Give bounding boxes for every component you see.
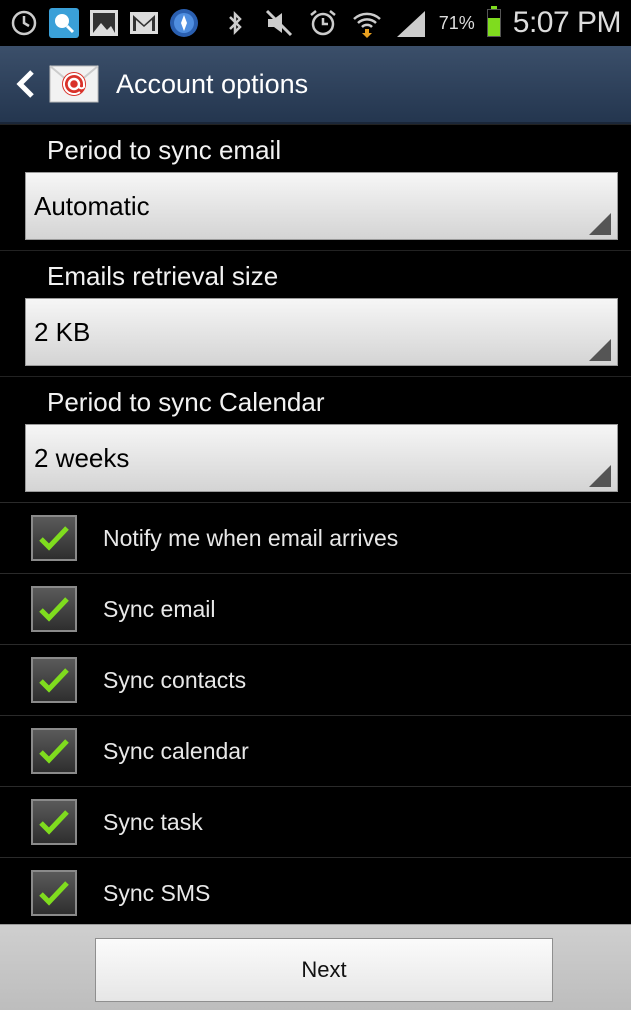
system-icons: 71% 5:07 PM [219, 6, 622, 40]
checkbox-label: Sync task [103, 808, 203, 835]
email-icon[interactable] [48, 62, 100, 106]
checkbox-row-sync-calendar[interactable]: Sync calendar [0, 715, 631, 786]
sync-task-checkbox[interactable] [31, 799, 77, 845]
sync-sms-checkbox[interactable] [31, 870, 77, 916]
checkbox-label: Sync SMS [103, 879, 211, 906]
chevron-left-icon[interactable] [8, 45, 44, 123]
checkbox-row-sync-task[interactable]: Sync task [0, 786, 631, 857]
checkbox-row-notify[interactable]: Notify me when email arrives [0, 502, 631, 573]
wifi-icon [351, 7, 383, 39]
check-icon [39, 881, 69, 906]
sync-email-period-select[interactable]: Automatic [25, 172, 618, 240]
chat-icon [48, 7, 80, 39]
notify-checkbox[interactable] [31, 515, 77, 561]
battery-percent: 71% [438, 12, 475, 33]
notification-icons [8, 7, 200, 39]
sync-contacts-checkbox[interactable] [31, 657, 77, 703]
page-title: Account options [116, 68, 309, 99]
image-icon [88, 7, 120, 39]
checkbox-row-sync-contacts[interactable]: Sync contacts [0, 644, 631, 715]
dropdown-arrow-icon [589, 337, 611, 361]
action-bar: Account options [0, 46, 631, 124]
account-options-list: Period to sync email Automatic Emails re… [0, 124, 631, 924]
clock-time: 5:07 PM [512, 6, 622, 39]
retrieval-size-select[interactable]: 2 KB [25, 298, 618, 366]
sync-calendar-checkbox[interactable] [31, 728, 77, 774]
check-icon [39, 668, 69, 693]
bluetooth-icon [219, 7, 251, 39]
mute-icon [263, 7, 295, 39]
alarm-icon [307, 7, 339, 39]
checkbox-label: Sync email [103, 595, 216, 622]
compass-icon [168, 7, 200, 39]
checkbox-row-sync-sms[interactable]: Sync SMS [0, 857, 631, 928]
dropdown-arrow-icon [589, 463, 611, 487]
clock-icon [8, 7, 40, 39]
checkbox-label: Sync contacts [103, 666, 247, 693]
battery-icon [486, 6, 501, 37]
next-button[interactable]: Next [95, 938, 553, 1002]
sync-calendar-period-select[interactable]: 2 weeks [25, 424, 618, 492]
check-icon [39, 810, 69, 835]
sync-email-period-value: Automatic [34, 190, 150, 221]
dropdown-arrow-icon [589, 211, 611, 235]
retrieval-size-label: Emails retrieval size [0, 250, 631, 298]
checkbox-label: Sync calendar [103, 737, 249, 764]
sync-calendar-period-value: 2 weeks [34, 442, 130, 473]
bottom-bar: Next [0, 924, 631, 1010]
signal-icon [395, 7, 427, 39]
sync-calendar-period-label: Period to sync Calendar [0, 376, 631, 424]
checkbox-label: Notify me when email arrives [103, 524, 399, 551]
checkbox-row-sync-email[interactable]: Sync email [0, 573, 631, 644]
sync-email-checkbox[interactable] [31, 586, 77, 632]
check-icon [39, 526, 69, 551]
check-icon [39, 739, 69, 764]
retrieval-size-value: 2 KB [34, 316, 91, 347]
sync-email-period-label: Period to sync email [0, 124, 631, 172]
check-icon [39, 597, 69, 622]
gmail-icon [128, 7, 160, 39]
status-bar: 71% 5:07 PM [0, 0, 631, 46]
